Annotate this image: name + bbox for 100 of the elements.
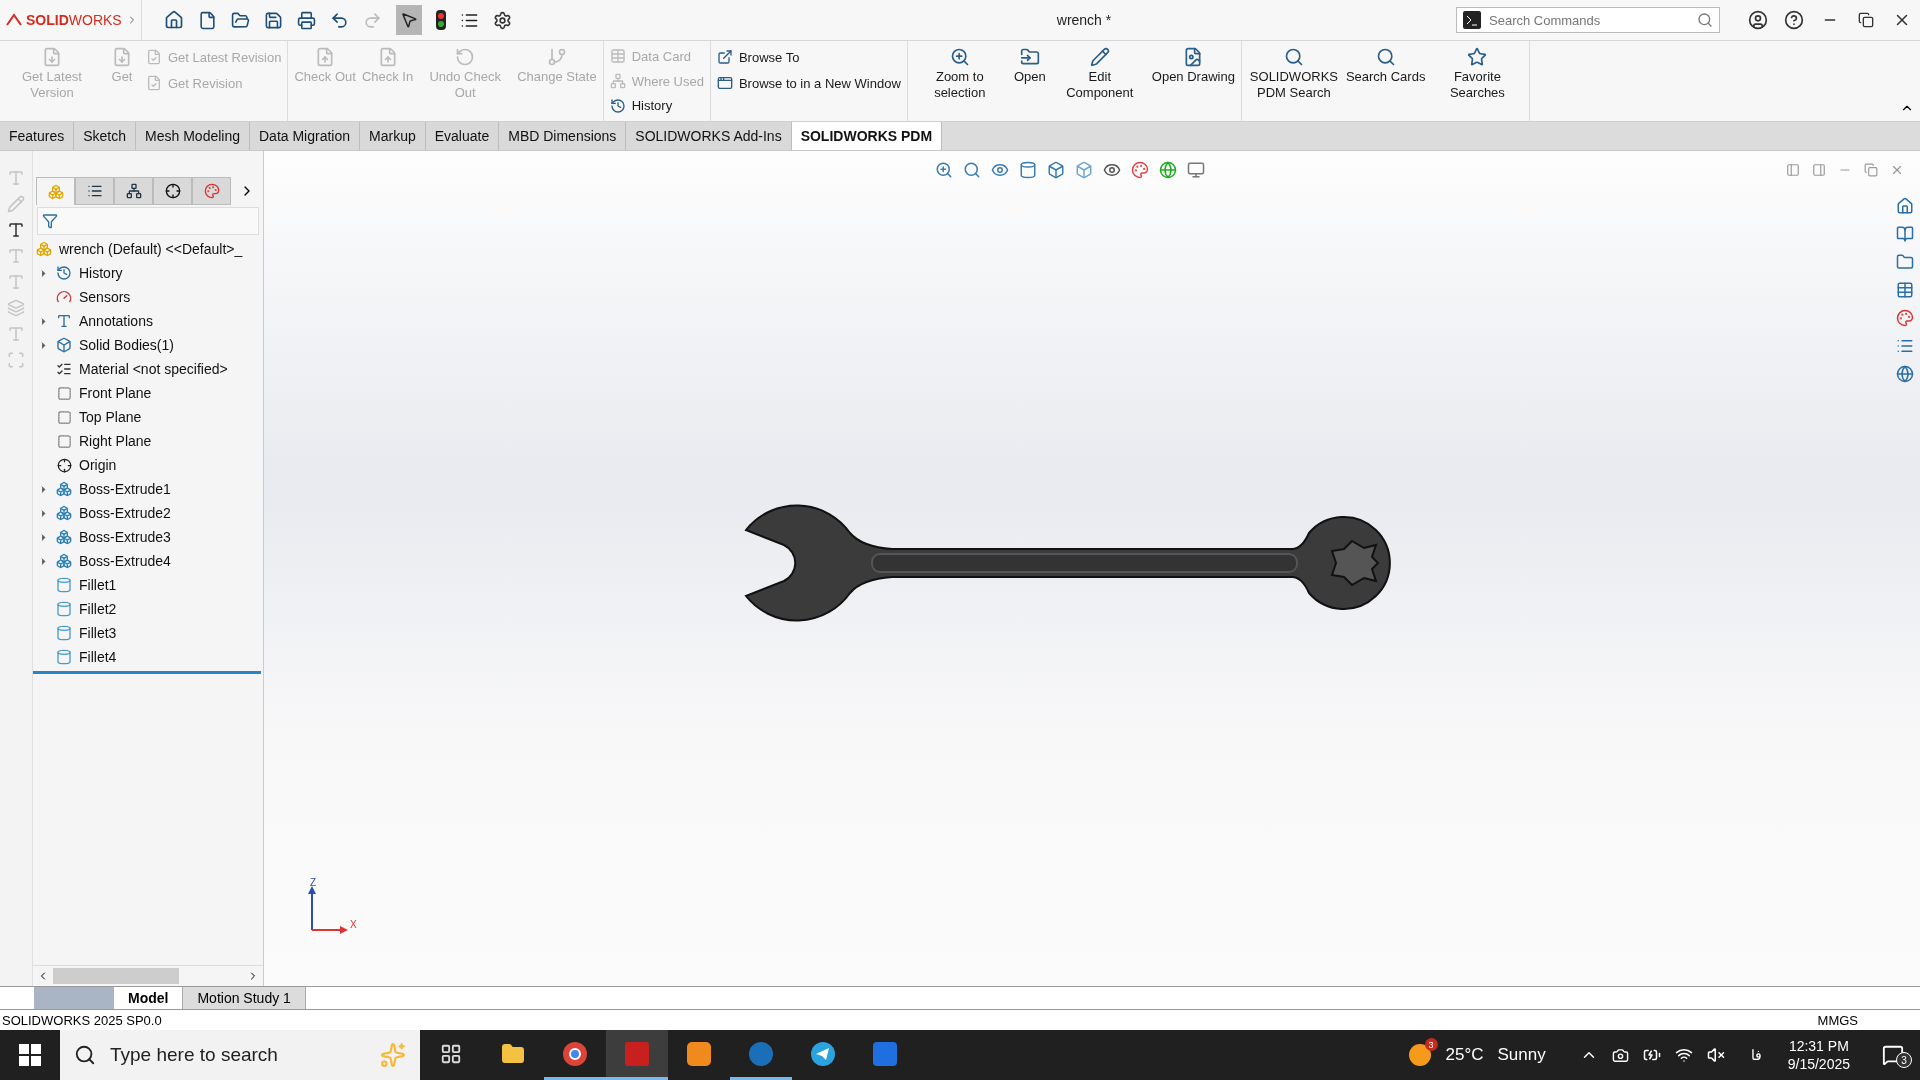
command-icon <box>1183 47 1204 67</box>
hide-show-icon[interactable] <box>1103 161 1121 179</box>
language-indicator[interactable]: فا <box>1750 1047 1762 1063</box>
property-list-icon <box>86 183 103 199</box>
tree-item[interactable]: Front Plane <box>79 385 152 401</box>
tree-item[interactable]: Fillet2 <box>79 601 117 617</box>
filter-icon <box>42 213 58 229</box>
plane-icon <box>56 385 72 401</box>
command-icon <box>146 49 162 65</box>
ribbon-button[interactable]: SOLIDWORKS PDM Search <box>1245 45 1342 103</box>
ribbon-button[interactable]: Browse to in a New Window <box>714 71 903 95</box>
notification-count: 3 <box>1896 1052 1912 1068</box>
monitor-icon[interactable] <box>1187 161 1205 179</box>
temperature-label[interactable]: 25°C <box>1445 1045 1484 1065</box>
plane-icon <box>56 433 72 449</box>
save-icon[interactable] <box>264 10 283 30</box>
tree-item[interactable]: History <box>79 265 123 281</box>
folder-icon[interactable] <box>1896 253 1914 271</box>
zoom-to-fit-icon[interactable] <box>935 161 953 179</box>
tree-item[interactable]: Top Plane <box>79 409 142 425</box>
tree-item[interactable]: Annotations <box>79 313 153 329</box>
tree-item[interactable]: Right Plane <box>79 433 152 449</box>
command-icon <box>1089 47 1110 67</box>
units-label[interactable]: MMGS <box>1817 1012 1858 1028</box>
camera-icon[interactable] <box>1611 1046 1629 1064</box>
search-commands-field[interactable]: Search Commands <box>1456 7 1720 33</box>
select-pointer-icon[interactable] <box>400 11 418 29</box>
home-icon[interactable] <box>164 10 184 30</box>
weather-label[interactable]: Sunny <box>1497 1045 1546 1065</box>
command-icon <box>1375 47 1396 67</box>
panel-tab[interactable] <box>153 177 192 205</box>
globe-icon[interactable] <box>1896 365 1914 383</box>
appearance-icon[interactable] <box>1896 309 1914 327</box>
filter-field[interactable] <box>37 207 259 235</box>
clock[interactable]: 12:31 PM 9/15/2025 <box>1787 1038 1850 1072</box>
app-logo: SOLIDWORKS <box>26 12 122 28</box>
paper-plane-app-icon <box>810 1040 836 1067</box>
ribbon-button[interactable]: Browse To <box>714 45 903 69</box>
new-file-icon[interactable] <box>198 10 217 30</box>
tree-item[interactable]: Fillet3 <box>79 625 117 641</box>
tree-item[interactable]: Origin <box>79 457 117 473</box>
round-app-icon <box>748 1040 774 1067</box>
taskbar-search-field[interactable]: Type here to search <box>60 1030 420 1080</box>
ribbon-button[interactable]: Open Drawing <box>1149 45 1237 87</box>
tree-item[interactable]: Fillet4 <box>79 649 117 665</box>
command-icon <box>949 47 970 67</box>
user-icon[interactable] <box>1748 10 1768 30</box>
command-icon <box>546 47 567 67</box>
round-browser-icon <box>562 1040 588 1067</box>
weather-sun-icon <box>1407 1043 1432 1067</box>
restore-icon[interactable] <box>1858 12 1874 28</box>
ribbon-button[interactable]: Open <box>1009 45 1050 87</box>
tree-item[interactable]: Boss-Extrude4 <box>79 553 171 569</box>
configuration-icon <box>125 183 142 199</box>
open-folder-icon[interactable] <box>231 10 250 30</box>
ribbon-button[interactable]: Edit Component <box>1051 45 1148 103</box>
panel-tab[interactable] <box>114 177 153 205</box>
tree-item[interactable]: Boss-Extrude2 <box>79 505 171 521</box>
command-icon <box>609 97 626 114</box>
ribbon-button[interactable]: Search Cards <box>1343 45 1428 87</box>
scene-icon[interactable] <box>1159 161 1177 179</box>
tree-item[interactable]: Boss-Extrude1 <box>79 481 171 497</box>
command-icon <box>112 47 132 67</box>
command-icon <box>1019 47 1040 67</box>
wifi-icon[interactable] <box>1674 1046 1693 1064</box>
view-orientation-icon[interactable] <box>1047 161 1065 179</box>
weather-badge: 3 <box>1424 1038 1438 1051</box>
tree-item[interactable]: Sensors <box>79 289 131 305</box>
tree-item[interactable]: Solid Bodies(1) <box>79 337 174 353</box>
command-icon <box>1283 47 1304 67</box>
part-icon <box>36 241 52 257</box>
horizontal-scrollbar[interactable] <box>33 965 263 986</box>
help-icon[interactable] <box>1784 10 1804 30</box>
logo-icon <box>6 13 22 27</box>
search-icon[interactable] <box>1697 12 1713 28</box>
command-icon <box>315 47 336 67</box>
home-icon[interactable] <box>1896 197 1914 215</box>
tile-left-icon[interactable] <box>1786 163 1800 177</box>
taskbar-app-button[interactable] <box>606 1030 668 1080</box>
document-title: wrench * <box>1055 12 1113 28</box>
tree-item[interactable]: Fillet1 <box>79 577 117 593</box>
print-icon[interactable] <box>297 10 316 30</box>
undo-icon[interactable] <box>330 10 349 30</box>
command-icon <box>1467 47 1488 67</box>
model-tab[interactable]: Motion Study 1 <box>183 987 306 1009</box>
color-wheel-icon <box>203 183 220 199</box>
tree-item[interactable]: Boss-Extrude3 <box>79 529 171 545</box>
zoom-area-icon[interactable] <box>963 161 981 179</box>
command-tab[interactable]: SOLIDWORKS PDM <box>791 122 943 150</box>
ribbon-button[interactable]: History <box>607 94 706 117</box>
tree-item[interactable]: Material <not specified> <box>79 361 228 377</box>
library-icon[interactable] <box>1896 225 1914 243</box>
ribbon-button[interactable]: Zoom to selection <box>911 45 1008 103</box>
muted-speaker-icon[interactable] <box>1706 1046 1725 1064</box>
ribbon-button[interactable]: Favorite Searches <box>1429 45 1526 103</box>
edit-appearance-icon[interactable] <box>1131 161 1149 179</box>
settings-icon[interactable] <box>493 10 512 30</box>
tile-right-icon[interactable] <box>1812 163 1826 177</box>
tree-root-label[interactable]: wrench (Default) <<Default>_ <box>59 241 243 257</box>
traffic-light-icon[interactable] <box>436 10 446 30</box>
